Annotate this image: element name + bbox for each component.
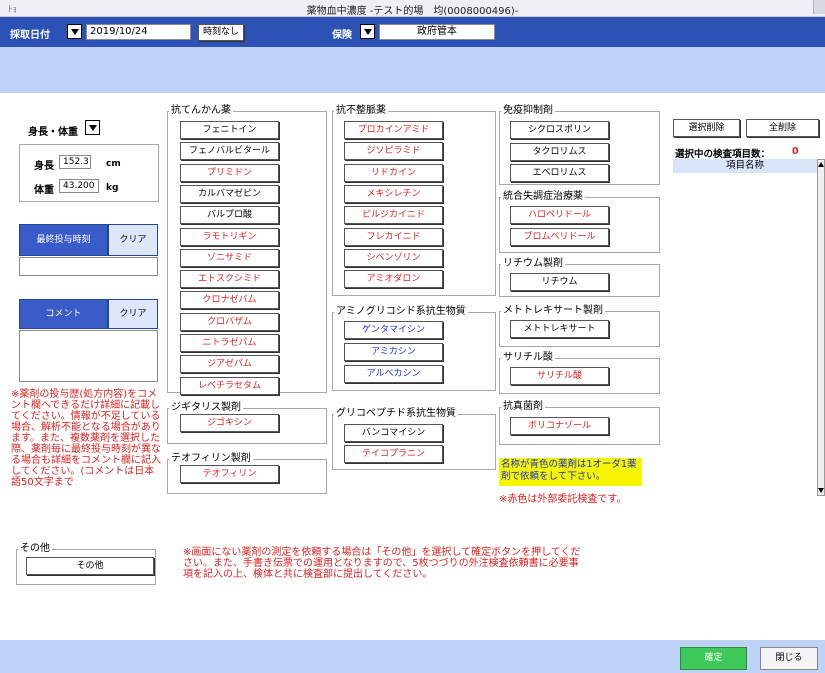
blue-drug-note: 名称が青色の薬剤は1オーダ1薬剤で依頼をして下さい。 [499,458,642,486]
selected-count-label: 選択中の検査項目数： [675,149,771,160]
drug-button-antiarrhythmic[interactable]: プロカインアミド [344,121,443,139]
date-field[interactable]: 2019/10/24 [86,24,191,40]
group-title-antiarrhythmic: 抗不整脈薬 [334,105,388,117]
drug-button-antiarrhythmic[interactable]: シベンゾリン [344,249,443,267]
group-title-antiepileptic: 抗てんかん薬 [169,105,233,117]
weight-unit: kg [106,183,119,193]
comment-field[interactable] [19,330,158,382]
drug-button-immunosuppressant[interactable]: シクロスポリン [510,121,609,139]
delete-selected-button[interactable]: 選択削除 [673,119,740,137]
group-title-digitalis: ジギタリス製剤 [169,402,243,414]
drug-button-antiarrhythmic[interactable]: フレカイニド [344,228,443,246]
drug-button-antiepileptic[interactable]: ゾニサミド [180,249,279,267]
drug-button-antiepileptic[interactable]: エトスクシミド [180,270,279,288]
list-scrollbar[interactable] [817,159,825,496]
drug-button-antipsychotic[interactable]: ハロペリドール [510,206,609,224]
drug-button-other[interactable]: その他 [26,557,154,575]
close-button[interactable]: 閉じる [760,647,818,670]
selected-count: 0 [792,146,799,157]
drug-button-antiepileptic[interactable]: フェノバルビタール [180,142,279,160]
group-title-methotrexate: メトトレキサート製剤 [501,305,605,317]
comment-clear-button[interactable]: クリア [108,299,158,329]
drug-button-immunosuppressant[interactable]: タクロリムス [510,143,609,161]
drug-button-antiarrhythmic[interactable]: アミオダロン [344,270,443,288]
group-title-lithium: リチウム製剤 [501,258,565,270]
date-dropdown[interactable] [67,24,82,39]
weight-input[interactable]: 43.200 [59,179,99,193]
drug-button-antiepileptic[interactable]: クロナゼパム [180,291,279,309]
drug-button-immunosuppressant[interactable]: エベロリムス [510,164,609,182]
comment-instruction-note: ※薬剤の投与歴(処方内容)をコメント欄へできるだけ詳細に記載してください。情報が… [11,389,161,488]
drug-button-glycopeptide[interactable]: バンコマイシン [344,424,443,442]
confirm-button[interactable]: 確定 [680,647,747,670]
drug-button-aminoglycoside[interactable]: アミカシン [344,343,443,361]
last-dose-field[interactable] [19,257,158,276]
drug-button-antiepileptic[interactable]: ニトラゼパム [180,334,279,352]
title-bar: ﾄｮ 薬物血中濃度 -テスト的場 均(0008000496)- [0,0,825,17]
drug-button-antiepileptic[interactable]: プリミドン [180,164,279,182]
drug-button-salicylic[interactable]: サリチル酸 [510,367,609,385]
drug-button-antipsychotic[interactable]: ブロムペリドール [510,228,609,246]
drug-button-methotrexate[interactable]: メトトレキサート [510,320,609,338]
drug-button-antiarrhythmic[interactable]: リドカイン [344,164,443,182]
drug-button-antiarrhythmic[interactable]: ピルジカイニド [344,206,443,224]
height-input[interactable]: 152.3 [59,155,91,169]
weight-label: 体重 [34,185,54,196]
drug-button-antiepileptic[interactable]: ラモトリギン [180,228,279,246]
group-title-theophylline: テオフィリン製剤 [169,453,253,465]
group-title-other: その他 [18,543,52,555]
drug-button-aminoglycoside[interactable]: ゲンタマイシン [344,321,443,339]
scroll-down-icon[interactable] [818,488,824,493]
drug-button-theophylline[interactable]: テオフィリン [180,465,279,483]
group-title-antipsychotic: 統合失調症治療薬 [501,191,585,203]
height-label: 身長 [34,161,54,172]
insurance-field[interactable]: 政府管本 [379,24,495,40]
group-title-glycopeptide: グリコペプチド系抗生物質 [334,408,458,420]
height-weight-label: 身長・体重 [28,127,78,138]
sub-header-band [0,47,825,93]
comment-button[interactable]: コメント [19,299,108,329]
drug-button-antiepileptic[interactable]: フェニトイン [180,121,279,139]
height-unit: cm [106,159,121,169]
item-name-column-header: 項目名称 [673,159,817,173]
drug-button-antiepileptic[interactable]: カルバマゼピン [180,185,279,203]
no-time-button[interactable]: 時刻なし [198,24,244,41]
insurance-label: 保険 [332,30,352,41]
drug-button-digitalis[interactable]: ジゴキシン [180,414,279,432]
selected-items-list[interactable] [673,173,817,496]
drug-button-antiepileptic[interactable]: レベチラセタム [180,377,279,395]
drug-button-glycopeptide[interactable]: テイコプラニン [344,445,443,463]
last-dose-clear-button[interactable]: クリア [108,224,158,256]
other-instruction-note: ※画面にない薬剤の測定を依頼する場合は「その他」を選択して確定ボタンを押してくだ… [183,547,581,580]
group-title-immunosuppressant: 免疫抑制剤 [501,105,555,117]
date-label: 採取日付 [10,30,50,41]
delete-all-button[interactable]: 全削除 [746,119,819,137]
group-title-aminoglycoside: アミノグリコシド系抗生物質 [334,306,468,318]
drug-button-antifungal[interactable]: ボリコナゾール [510,417,609,435]
drug-button-aminoglycoside[interactable]: アルベカシン [344,365,443,383]
last-dose-time-button[interactable]: 最終投与時刻 [19,224,108,256]
drug-button-antiepileptic[interactable]: ジアゼパム [180,355,279,373]
drug-button-antiarrhythmic[interactable]: メキシレチン [344,185,443,203]
height-weight-dropdown[interactable] [85,120,100,135]
window-title: 薬物血中濃度 -テスト的場 均(0008000496)- [306,6,519,17]
window-control[interactable] [813,0,825,14]
group-title-salicylic: サリチル酸 [501,352,555,364]
drug-button-antiepileptic[interactable]: クロバザム [180,313,279,331]
group-title-antifungal: 抗真菌剤 [501,401,545,413]
insurance-dropdown[interactable] [360,24,375,39]
drug-button-lithium[interactable]: リチウム [510,273,609,291]
red-drug-note: ※赤色は外部委託検査です。 [499,494,627,505]
drug-button-antiepileptic[interactable]: バルプロ酸 [180,206,279,224]
scroll-up-icon[interactable] [818,162,824,167]
drug-button-antiarrhythmic[interactable]: ジソピラミド [344,142,443,160]
